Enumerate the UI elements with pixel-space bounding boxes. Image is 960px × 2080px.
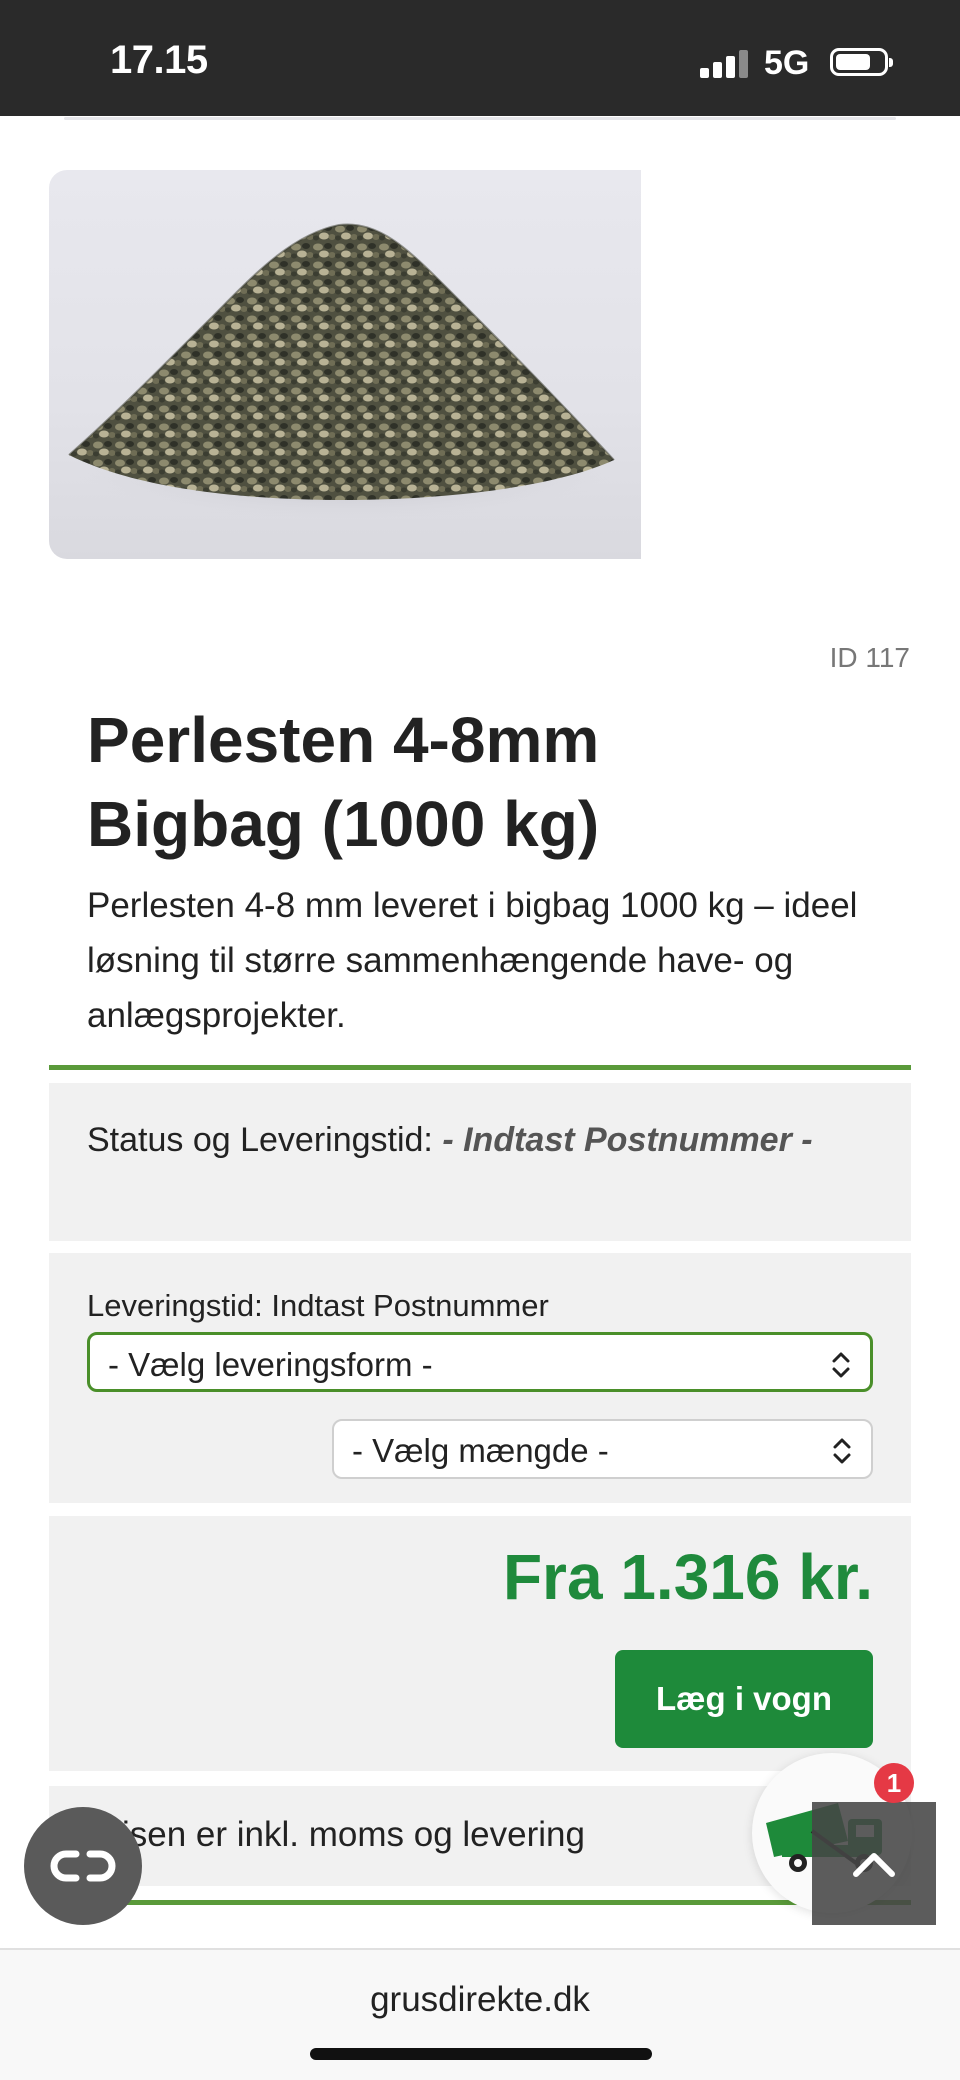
product-description: Perlesten 4-8 mm leveret i bigbag 1000 k… (87, 886, 858, 1035)
status-text: Status og Leveringstid: - Indtast Postnu… (87, 1113, 887, 1167)
network-type: 5G (764, 44, 810, 82)
chevron-up-icon (853, 1853, 895, 1877)
link-button[interactable] (24, 1807, 142, 1925)
status-value: - Indtast Postnummer - (442, 1121, 813, 1159)
gravel-pile-image (68, 223, 615, 520)
divider (49, 1065, 911, 1070)
product-title-line: Bigbag (1000 kg) (87, 788, 600, 860)
status-time: 17.15 (110, 38, 208, 82)
signal-icon (700, 48, 750, 78)
divider (64, 117, 896, 120)
status-panel: Status og Leveringstid: - Indtast Postnu… (49, 1083, 911, 1241)
chevron-up-down-icon (833, 1438, 851, 1464)
select-value: - Vælg leveringsform - (108, 1346, 433, 1383)
browser-bottom-bar: grusdirekte.dk (0, 1948, 960, 2080)
product-image[interactable] (49, 170, 641, 559)
quantity-select[interactable]: - Vælg mængde - (332, 1419, 873, 1479)
home-indicator[interactable] (310, 2048, 652, 2060)
delivery-panel: Leveringstid: Indtast Postnummer - Vælg … (49, 1253, 911, 1503)
address-bar[interactable]: grusdirekte.dk (0, 1980, 960, 2020)
product-id: ID 117 (829, 642, 910, 673)
status-label: Status og Leveringstid: (87, 1121, 433, 1159)
delivery-method-select[interactable]: - Vælg leveringsform - (87, 1332, 873, 1392)
chevron-up-down-icon (832, 1352, 850, 1378)
product-title-line: Perlesten 4-8mm (87, 704, 600, 776)
scroll-to-top-button[interactable] (812, 1802, 936, 1925)
status-bar: 17.15 5G (0, 0, 960, 116)
select-value: - Vælg mængde - (352, 1432, 609, 1469)
vat-note: Prisen er inkl. moms og levering (87, 1815, 585, 1854)
product-title: Perlesten 4-8mm Bigbag (1000 kg) (87, 698, 887, 866)
delivery-label: Leveringstid: Indtast Postnummer (87, 1288, 549, 1323)
price-panel: Fra 1.316 kr. Læg i vogn (49, 1516, 911, 1771)
price: Fra 1.316 kr. (502, 1541, 873, 1613)
add-to-cart-button[interactable]: Læg i vogn (615, 1650, 873, 1748)
battery-icon (830, 48, 893, 76)
link-icon (50, 1850, 116, 1882)
cart-count-badge: 1 (874, 1763, 914, 1803)
